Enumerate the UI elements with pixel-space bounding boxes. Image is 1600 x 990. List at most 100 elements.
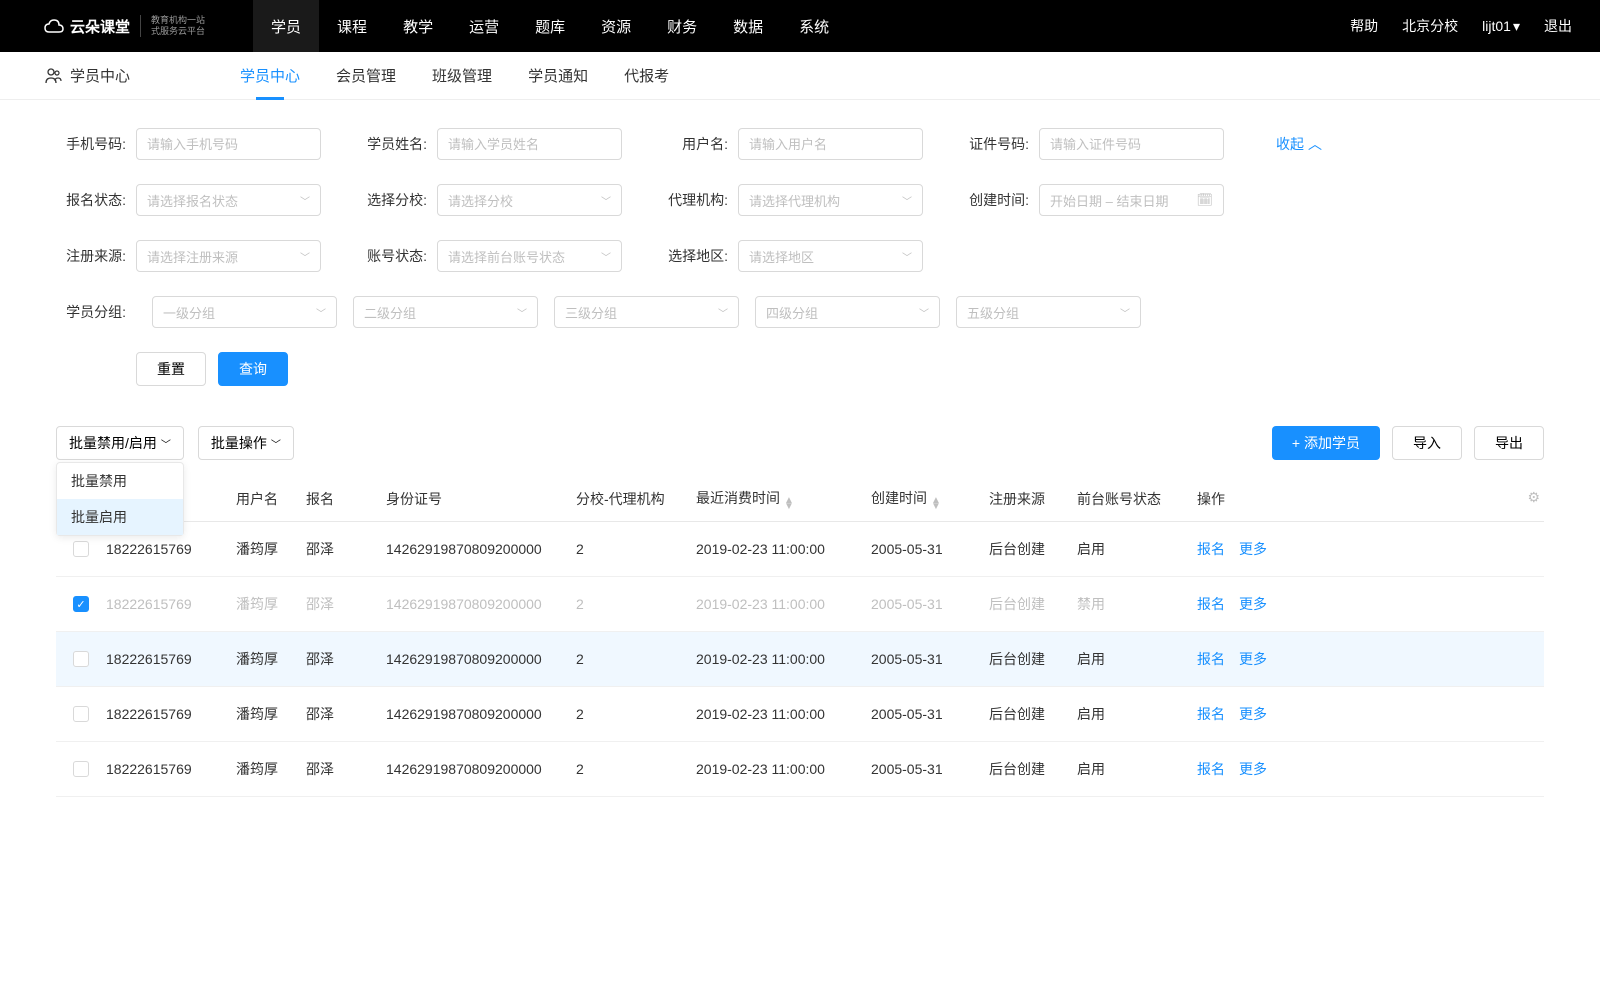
cell-status: 启用 <box>1077 704 1197 724</box>
enroll-link[interactable]: 报名 <box>1197 539 1225 559</box>
toolbar-right: + 添加学员 导入 导出 <box>1272 426 1544 460</box>
cell-phone: 18222615769 <box>106 596 236 612</box>
createtime-picker[interactable]: 开始日期 – 结束日期🗓 <box>1039 184 1224 216</box>
sub-nav-item[interactable]: 代报考 <box>624 52 669 100</box>
nav-item[interactable]: 学员 <box>253 0 319 52</box>
nav-item[interactable]: 运营 <box>451 0 517 52</box>
nav-item[interactable]: 系统 <box>781 0 847 52</box>
logo-main: 云朵课堂 <box>44 16 130 37</box>
enroll-link[interactable]: 报名 <box>1197 704 1225 724</box>
cell-status: 禁用 <box>1077 594 1197 614</box>
cloud-icon <box>44 18 64 34</box>
enroll-link[interactable]: 报名 <box>1197 594 1225 614</box>
group-select[interactable]: 三级分组﹀ <box>554 296 739 328</box>
filters: 手机号码: 学员姓名: 用户名: 证件号码: 收起︿ 报名状态: 请选择报名状态﹀… <box>0 100 1600 386</box>
group-select[interactable]: 四级分组﹀ <box>755 296 940 328</box>
group-select[interactable]: 五级分组﹀ <box>956 296 1141 328</box>
nav-item[interactable]: 数据 <box>715 0 781 52</box>
gear-icon[interactable]: ⚙ <box>1527 489 1540 509</box>
regstatus-label: 报名状态: <box>56 190 126 210</box>
more-link[interactable]: 更多 <box>1239 759 1267 779</box>
agency-select[interactable]: 请选择代理机构﹀ <box>738 184 923 216</box>
search-button[interactable]: 查询 <box>218 352 288 386</box>
cell-create: 2005-05-31 <box>871 596 989 612</box>
phone-input[interactable] <box>136 128 321 160</box>
cell-reg: 邵泽 <box>306 539 386 559</box>
sub-nav-item[interactable]: 学员中心 <box>240 52 300 100</box>
branch-link[interactable]: 北京分校 <box>1402 16 1458 36</box>
name-input[interactable] <box>437 128 622 160</box>
more-link[interactable]: 更多 <box>1239 539 1267 559</box>
idno-input[interactable] <box>1039 128 1224 160</box>
nav-item[interactable]: 题库 <box>517 0 583 52</box>
col-create[interactable]: 创建时间▲▼ <box>871 488 989 510</box>
cell-id: 14262919870809200000 <box>386 541 576 557</box>
row-checkbox[interactable] <box>73 761 89 777</box>
cell-source: 后台创建 <box>989 594 1077 614</box>
add-student-button[interactable]: + 添加学员 <box>1272 426 1380 460</box>
cell-ops: 报名更多 <box>1197 539 1544 559</box>
user-menu[interactable]: lijt01▾ <box>1482 18 1520 35</box>
bulk-disable-item[interactable]: 批量禁用 <box>57 463 183 499</box>
col-consume[interactable]: 最近消费时间▲▼ <box>696 488 871 510</box>
cell-ops: 报名更多 <box>1197 759 1544 779</box>
action-row: 重置 查询 <box>56 352 1544 386</box>
col-source[interactable]: 注册来源 <box>989 489 1077 509</box>
filter-row-1: 手机号码: 学员姓名: 用户名: 证件号码: 收起︿ <box>56 128 1544 160</box>
col-branch[interactable]: 分校-代理机构 <box>576 489 696 509</box>
sub-nav-item[interactable]: 学员通知 <box>528 52 588 100</box>
filter-row-group: 学员分组: 一级分组﹀二级分组﹀三级分组﹀四级分组﹀五级分组﹀ <box>56 296 1544 328</box>
cell-consume: 2019-02-23 11:00:00 <box>696 541 871 557</box>
chevron-up-icon: ︿ <box>1308 134 1322 154</box>
import-button[interactable]: 导入 <box>1392 426 1462 460</box>
nav-item[interactable]: 教学 <box>385 0 451 52</box>
col-reg[interactable]: 报名 <box>306 489 386 509</box>
createtime-label: 创建时间: <box>959 190 1029 210</box>
export-button[interactable]: 导出 <box>1474 426 1544 460</box>
row-checkbox[interactable] <box>73 651 89 667</box>
regsource-select[interactable]: 请选择注册来源﹀ <box>136 240 321 272</box>
group-select[interactable]: 二级分组﹀ <box>353 296 538 328</box>
sub-nav: 学员中心 学员中心会员管理班级管理学员通知代报考 <box>0 52 1600 100</box>
col-status[interactable]: 前台账号状态 <box>1077 489 1197 509</box>
cell-branch: 2 <box>576 706 696 722</box>
row-checkbox[interactable]: ✓ <box>73 596 89 612</box>
collapse-link[interactable]: 收起︿ <box>1276 134 1322 154</box>
row-checkbox[interactable] <box>73 541 89 557</box>
sub-nav-items: 学员中心会员管理班级管理学员通知代报考 <box>240 52 669 100</box>
calendar-icon: 🗓 <box>1196 192 1213 208</box>
logout-link[interactable]: 退出 <box>1544 16 1572 36</box>
cell-id: 14262919870809200000 <box>386 596 576 612</box>
sub-nav-item[interactable]: 会员管理 <box>336 52 396 100</box>
group-select[interactable]: 一级分组﹀ <box>152 296 337 328</box>
col-id[interactable]: 身份证号 <box>386 489 576 509</box>
regstatus-select[interactable]: 请选择报名状态﹀ <box>136 184 321 216</box>
nav-item[interactable]: 财务 <box>649 0 715 52</box>
more-link[interactable]: 更多 <box>1239 594 1267 614</box>
username-label: 用户名: <box>658 134 728 154</box>
help-link[interactable]: 帮助 <box>1350 16 1378 36</box>
acctstatus-select[interactable]: 请选择前台账号状态﹀ <box>437 240 622 272</box>
cell-user: 潘筠厚 <box>236 704 306 724</box>
nav-item[interactable]: 资源 <box>583 0 649 52</box>
row-checkbox[interactable] <box>73 706 89 722</box>
reset-button[interactable]: 重置 <box>136 352 206 386</box>
enroll-link[interactable]: 报名 <box>1197 649 1225 669</box>
bulk-ops-button[interactable]: 批量操作﹀ <box>198 426 294 460</box>
more-link[interactable]: 更多 <box>1239 704 1267 724</box>
bulk-enable-item[interactable]: 批量启用 <box>57 499 183 535</box>
bulk-toggle-button[interactable]: 批量禁用/启用﹀ <box>56 426 184 460</box>
region-select[interactable]: 请选择地区﹀ <box>738 240 923 272</box>
sub-nav-item[interactable]: 班级管理 <box>432 52 492 100</box>
nav-item[interactable]: 课程 <box>319 0 385 52</box>
cell-status: 启用 <box>1077 759 1197 779</box>
col-user[interactable]: 用户名 <box>236 489 306 509</box>
chevron-down-icon: ﹀ <box>300 193 310 208</box>
username-input[interactable] <box>738 128 923 160</box>
branch-select[interactable]: 请选择分校﹀ <box>437 184 622 216</box>
cell-user: 潘筠厚 <box>236 649 306 669</box>
more-link[interactable]: 更多 <box>1239 649 1267 669</box>
top-nav: 云朵课堂 教育机构一站 式服务云平台 学员课程教学运营题库资源财务数据系统 帮助… <box>0 0 1600 52</box>
enroll-link[interactable]: 报名 <box>1197 759 1225 779</box>
page-title: 学员中心 <box>44 65 130 86</box>
